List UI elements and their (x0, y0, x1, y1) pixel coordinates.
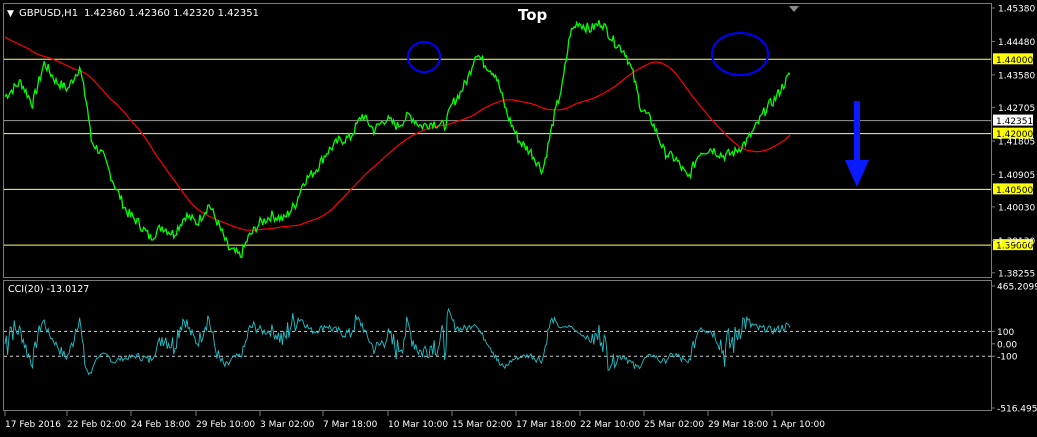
top-annotation: Top (518, 6, 548, 24)
time-axis-label: 15 Mar 02:00 (452, 420, 512, 430)
ohlc-label: 1.42360 1.42360 1.42320 1.42351 (84, 8, 259, 19)
price-axis-label: 1.42705 (998, 104, 1035, 114)
cci-axis-label: -100 (997, 353, 1018, 363)
price-line (4, 20, 791, 259)
cci-axis-label: 465.2099 (997, 283, 1037, 293)
main-panel-frame (3, 3, 992, 278)
price-axis-label: 1.41805 (998, 137, 1035, 147)
cci-panel-frame (3, 280, 992, 411)
cci-line (4, 307, 791, 376)
time-axis-label: 7 Mar 18:00 (323, 420, 378, 430)
level-price-label: 1.44000 (996, 56, 1033, 66)
top-circle-right (711, 32, 769, 76)
symbol-label: GBPUSD,H1 (19, 8, 78, 19)
chart-window: ▼ GBPUSD,H1 1.42360 1.42360 1.42320 1.42… (0, 0, 1037, 437)
cci-axis-label: -516.4956 (997, 405, 1037, 415)
price-axis-label: 1.40030 (998, 203, 1035, 213)
chart-svg: ▼ GBPUSD,H1 1.42360 1.42360 1.42320 1.42… (3, 3, 1037, 430)
price-axis-label: 1.43580 (998, 71, 1035, 81)
price-axis-label: 1.38255 (998, 269, 1035, 279)
chart-shift-marker-icon[interactable] (789, 6, 799, 12)
time-axis-label: 17 Feb 2016 (5, 420, 61, 430)
time-axis-label: 10 Mar 10:00 (388, 420, 448, 430)
time-axis-label: 1 Apr 10:00 (772, 420, 825, 430)
level-price-label: 1.40500 (996, 186, 1033, 196)
time-axis-label: 29 Feb 10:00 (196, 420, 255, 430)
symbol-dropdown-icon[interactable]: ▼ (7, 9, 14, 19)
down-arrow-icon (845, 101, 869, 187)
time-axis-label: 3 Mar 02:00 (260, 420, 315, 430)
time-axis-label: 22 Feb 02:00 (67, 420, 126, 430)
cci-label: CCI(20) -13.0127 (8, 284, 89, 295)
top-circle-left (407, 41, 441, 73)
time-axis-label: 29 Mar 18:00 (708, 420, 768, 430)
time-axis-label: 24 Feb 18:00 (131, 420, 190, 430)
cci-axis-label: 100 (997, 328, 1014, 338)
price-axis-label: 1.39130 (998, 237, 1035, 247)
price-axis-label: 1.40905 (998, 171, 1035, 181)
price-axis-label: 1.44480 (998, 38, 1035, 48)
price-axis-label: 1.45380 (998, 5, 1035, 15)
time-axis-label: 25 Mar 02:00 (644, 420, 704, 430)
time-axis-label: 22 Mar 10:00 (580, 420, 640, 430)
current-price-label: 1.42351 (996, 117, 1033, 127)
time-axis-label: 17 Mar 18:00 (516, 420, 576, 430)
cci-axis-label: 0.00 (997, 340, 1017, 350)
